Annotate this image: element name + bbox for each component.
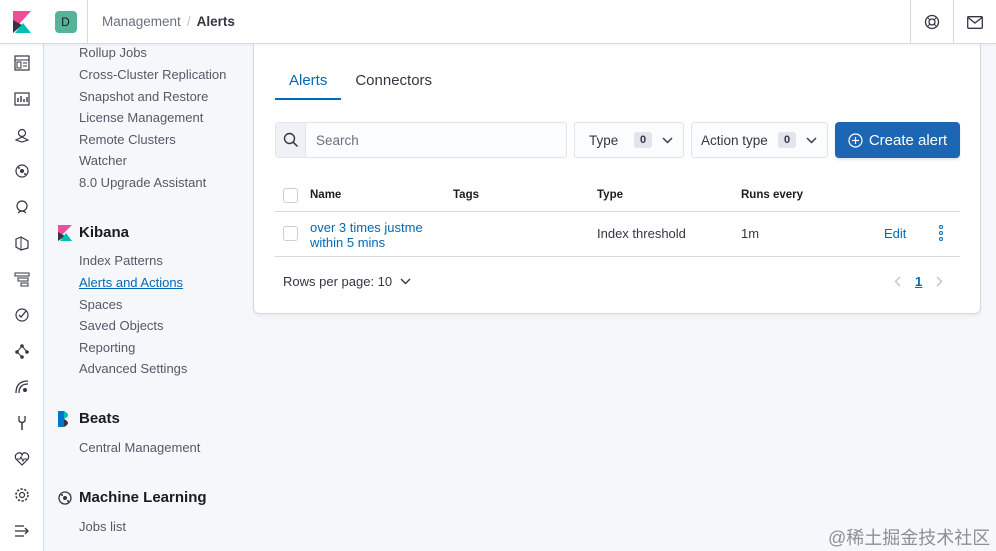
rows-per-page-selector[interactable]: Rows per page: 10 <box>283 274 411 289</box>
chevron-left-icon[interactable] <box>894 276 901 287</box>
chevron-right-icon[interactable] <box>936 276 943 287</box>
monitoring-icon[interactable] <box>11 448 33 470</box>
create-alert-button[interactable]: Create alert <box>835 122 960 158</box>
sidebar-item-spaces[interactable]: Spaces <box>79 297 122 312</box>
uptime-icon[interactable] <box>11 304 33 326</box>
machine-learning-icon <box>58 490 72 505</box>
sidebar-item-index-patterns[interactable]: Index Patterns <box>79 253 163 268</box>
sidebar-item-ccr[interactable]: Cross-Cluster Replication <box>79 67 226 82</box>
app-icon-nav <box>0 44 44 551</box>
breadcrumb-management[interactable]: Management <box>102 14 181 29</box>
action-type-filter-label: Action type <box>701 132 768 148</box>
chevron-down-icon <box>400 278 411 285</box>
sidebar-item-saved-objects[interactable]: Saved Objects <box>79 318 164 333</box>
column-runs-every[interactable]: Runs every <box>741 189 803 201</box>
column-name[interactable]: Name <box>310 189 341 201</box>
sidebar-item-remote-clusters[interactable]: Remote Clusters <box>79 132 176 147</box>
action-type-filter[interactable]: Action type 0 <box>691 122 828 158</box>
sidebar-item-upgrade-assistant[interactable]: 8.0 Upgrade Assistant <box>79 175 206 190</box>
column-tags: Tags <box>453 189 479 201</box>
search-icon <box>276 123 306 157</box>
sidebar-section-title: Machine Learning <box>79 489 207 506</box>
gear-icon[interactable] <box>11 484 33 506</box>
maps-icon[interactable] <box>11 124 33 146</box>
select-all-checkbox[interactable] <box>283 188 298 203</box>
alert-interval: 1m <box>741 226 760 241</box>
space-selector[interactable]: D <box>44 0 88 44</box>
apm-icon[interactable] <box>11 268 33 290</box>
chevron-down-icon <box>806 137 817 144</box>
breadcrumb-alerts: Alerts <box>196 14 235 29</box>
space-avatar: D <box>54 11 77 33</box>
search-box <box>275 122 567 158</box>
discover-icon[interactable] <box>11 52 33 74</box>
breadcrumb: Management / Alerts <box>102 14 235 29</box>
alert-type: Index threshold <box>597 226 686 241</box>
column-type[interactable]: Type <box>597 189 623 201</box>
top-header: D Management / Alerts <box>0 0 996 44</box>
sidebar-section-kibana: Kibana <box>58 224 129 241</box>
sidebar-section-ml: Machine Learning <box>58 489 207 506</box>
visualize-icon[interactable] <box>11 88 33 110</box>
plus-in-circle-icon <box>848 132 863 148</box>
sidebar-section-title: Beats <box>79 410 120 427</box>
ml-icon[interactable] <box>11 160 33 182</box>
infrastructure-icon[interactable] <box>11 196 33 218</box>
beats-icon <box>58 410 68 427</box>
mail-icon <box>967 15 983 29</box>
sidebar-item-rollup-jobs[interactable]: Rollup Jobs <box>79 45 147 60</box>
type-filter[interactable]: Type 0 <box>574 122 684 158</box>
row-checkbox[interactable] <box>283 226 298 241</box>
create-alert-label: Create alert <box>868 131 948 149</box>
help-lifebuoy-icon <box>924 14 940 30</box>
tabs: Alerts Connectors <box>275 64 446 100</box>
page-number[interactable]: 1 <box>915 274 922 289</box>
sidebar-section-beats: Beats <box>58 410 120 427</box>
dev-tools-icon[interactable] <box>11 412 33 434</box>
table-row: over 3 times justme within 5 mins Index … <box>275 212 960 257</box>
sidebar-item-alerts-actions[interactable]: Alerts and Actions <box>79 275 183 290</box>
breadcrumb-separator: / <box>186 14 191 29</box>
rows-per-page-label: Rows per page: 10 <box>283 274 393 289</box>
collapse-nav-icon[interactable] <box>11 520 33 542</box>
tab-connectors[interactable]: Connectors <box>341 64 446 100</box>
help-button[interactable] <box>910 0 953 44</box>
alert-name-link[interactable]: over 3 times justme within 5 mins <box>310 220 450 250</box>
management-sidebar: Rollup Jobs Cross-Cluster Replication Sn… <box>44 44 253 551</box>
more-actions-icon[interactable] <box>935 225 947 243</box>
edit-link[interactable]: Edit <box>884 226 906 241</box>
graph-icon[interactable] <box>11 340 33 362</box>
sidebar-item-central-management[interactable]: Central Management <box>79 440 200 455</box>
kibana-icon <box>58 224 72 241</box>
watermark: @稀土掘金技术社区 <box>828 528 991 548</box>
table-header: Name Tags Type Runs every <box>275 178 960 212</box>
sidebar-item-reporting[interactable]: Reporting <box>79 340 135 355</box>
alerts-panel: Alerts Connectors Type 0 Action type 0 C… <box>253 44 981 314</box>
chevron-down-icon <box>662 137 673 144</box>
sidebar-item-advanced-settings[interactable]: Advanced Settings <box>79 361 187 376</box>
sidebar-item-jobs-list[interactable]: Jobs list <box>79 519 126 534</box>
sidebar-item-watcher[interactable]: Watcher <box>79 153 127 168</box>
search-input[interactable] <box>306 123 566 157</box>
newsfeed-button[interactable] <box>953 0 996 44</box>
type-filter-label: Type <box>589 132 619 148</box>
tab-alerts[interactable]: Alerts <box>275 64 342 100</box>
sidebar-section-title: Kibana <box>79 224 130 241</box>
type-filter-count: 0 <box>634 132 652 148</box>
logs-icon[interactable] <box>11 232 33 254</box>
action-type-filter-count: 0 <box>778 132 796 148</box>
pagination: 1 <box>894 274 943 289</box>
siem-icon[interactable] <box>11 376 33 398</box>
sidebar-item-snapshot[interactable]: Snapshot and Restore <box>79 89 208 104</box>
sidebar-item-license[interactable]: License Management <box>79 110 203 125</box>
kibana-logo-icon[interactable] <box>0 0 44 44</box>
